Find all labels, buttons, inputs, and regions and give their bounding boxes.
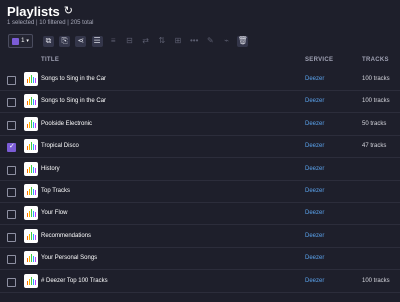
service-link[interactable]: Deezer [305, 76, 324, 82]
merge-icon[interactable]: ⧉ [43, 35, 54, 47]
track-count: 100 tracks [362, 76, 390, 82]
toolbar: 1 ▾ ⧉ ⎘ ⋖ ☰ ≡ ⊟ ⇄ ⇅ ⊞ ••• ✎ ⌁ 🗑 [8, 33, 253, 49]
deezer-logo-icon [24, 184, 38, 198]
deezer-logo-icon [24, 273, 38, 288]
selection-summary: 1 selected | 10 filtered | 205 total [7, 20, 94, 26]
selected-count: 1 [21, 38, 25, 44]
playlist-title[interactable]: Your Flow [41, 210, 67, 216]
chevron-down-icon: ▾ [26, 38, 29, 44]
service-link[interactable]: Deezer [305, 98, 324, 104]
column-tracks[interactable]: TRACKS [362, 57, 389, 63]
service-link[interactable]: Deezer [305, 166, 324, 172]
edit-list-icon[interactable]: ☰ [91, 35, 103, 47]
column-title[interactable]: TITLE [41, 57, 59, 63]
row-checkbox[interactable] [7, 142, 16, 153]
transfer-icon[interactable]: ⇄ [140, 36, 151, 47]
select-checkbox-icon[interactable] [12, 37, 20, 45]
deezer-logo-icon [24, 161, 38, 176]
row-checkbox[interactable] [7, 277, 16, 287]
filter-sort-icon[interactable]: ⇅ [156, 36, 167, 47]
share-icon[interactable]: ⋖ [75, 35, 87, 47]
playlist-title[interactable]: Top Tracks [41, 188, 70, 194]
trash-icon[interactable]: 🗑 [237, 35, 249, 47]
playlist-title[interactable]: Songs to Sing in the Car [41, 76, 106, 82]
deezer-logo-icon [24, 116, 38, 131]
table-row[interactable]: Recommendations Deezer [0, 226, 400, 248]
copy-to-icon[interactable]: ⊟ [124, 36, 135, 47]
playlist-title[interactable]: Your Personal Songs [41, 255, 97, 261]
header: Playlists ↻ 1 selected | 10 filtered | 2… [0, 0, 400, 58]
service-link[interactable]: Deezer [305, 210, 324, 216]
copy-icon[interactable]: ⎘ [59, 35, 71, 47]
column-service[interactable]: SERVICE [305, 57, 333, 63]
row-checkbox[interactable] [7, 210, 16, 220]
track-count: 100 tracks [362, 277, 390, 284]
row-checkbox[interactable] [7, 232, 16, 242]
playlist-title[interactable]: Songs to Sing in the Car [41, 98, 106, 104]
table-row[interactable]: # Deezer Top 100 Tracks Deezer 100 tracks [0, 271, 400, 293]
deezer-logo-icon [24, 228, 38, 243]
deezer-logo-icon [24, 72, 38, 86]
deezer-logo-icon [24, 94, 38, 109]
brush-icon[interactable]: ⌁ [221, 36, 232, 47]
deezer-logo-icon [24, 251, 38, 266]
service-link[interactable]: Deezer [305, 121, 324, 127]
table-row[interactable]: Tropical Disco Deezer 47 tracks [0, 136, 400, 159]
playlist-title[interactable]: # Deezer Top 100 Tracks [41, 278, 108, 284]
dedupe-icon[interactable]: ⊞ [173, 36, 184, 47]
service-link[interactable]: Deezer [305, 233, 324, 239]
table-header: TITLE SERVICE TRACKS [0, 54, 400, 68]
service-link[interactable]: Deezer [305, 278, 324, 284]
rename-icon[interactable]: ✎ [205, 36, 216, 47]
playlist-title[interactable]: History [41, 166, 60, 172]
table-row[interactable]: Songs to Sing in the Car Deezer 100 tracks [0, 69, 400, 91]
row-checkbox[interactable] [7, 188, 16, 197]
refresh-icon[interactable]: ↻ [64, 6, 73, 17]
service-link[interactable]: Deezer [305, 255, 324, 261]
deezer-logo-icon [24, 139, 38, 154]
table-row[interactable]: Poolside Electronic Deezer 50 tracks [0, 114, 400, 136]
row-checkbox[interactable] [7, 165, 16, 175]
playlist-title[interactable]: Tropical Disco [41, 143, 79, 149]
track-count: 47 tracks [362, 143, 387, 150]
track-count: 100 tracks [362, 98, 390, 105]
row-checkbox[interactable] [7, 76, 16, 85]
more-icon[interactable]: ••• [189, 36, 200, 47]
table-row[interactable]: History Deezer [0, 159, 400, 181]
service-link[interactable]: Deezer [305, 188, 324, 194]
title-row: Playlists ↻ [7, 4, 73, 19]
deezer-logo-icon [24, 206, 38, 221]
row-checkbox[interactable] [7, 255, 16, 265]
service-link[interactable]: Deezer [305, 143, 324, 149]
select-dropdown[interactable]: 1 ▾ [8, 34, 33, 48]
row-checkbox[interactable] [7, 120, 16, 130]
sort-icon[interactable]: ≡ [108, 36, 119, 47]
playlist-title[interactable]: Poolside Electronic [41, 121, 92, 127]
table-row[interactable]: Your Flow Deezer [0, 203, 400, 226]
table-row[interactable]: Songs to Sing in the Car Deezer 100 tracks [0, 91, 400, 114]
playlist-title[interactable]: Recommendations [41, 233, 91, 239]
track-count: 50 tracks [362, 120, 387, 127]
toolbar-actions: ⧉ ⎘ ⋖ ☰ ≡ ⊟ ⇄ ⇅ ⊞ ••• ✎ ⌁ 🗑 [43, 35, 253, 47]
page-title: Playlists [7, 4, 60, 19]
table-row[interactable]: Top Tracks Deezer [0, 181, 400, 203]
table-row[interactable]: Your Personal Songs Deezer [0, 248, 400, 271]
row-checkbox[interactable] [7, 98, 16, 108]
